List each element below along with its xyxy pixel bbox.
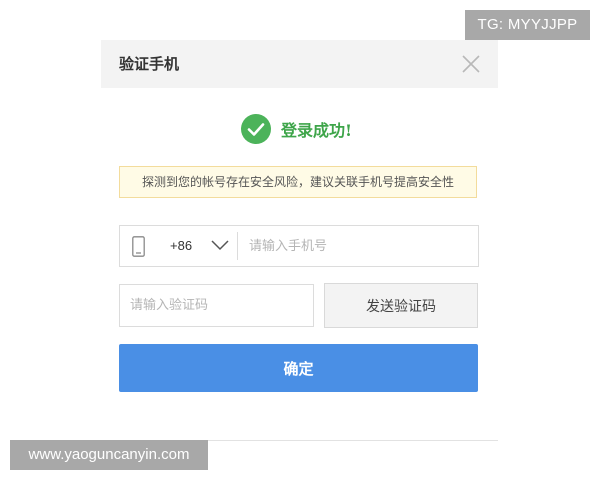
send-code-button[interactable]: 发送验证码 (324, 283, 478, 328)
watermark-bottom: www.yaoguncanyin.com (10, 440, 208, 470)
check-circle-icon (241, 114, 271, 144)
dialog-title: 验证手机 (119, 55, 180, 73)
security-notice: 探测到您的帐号存在安全风险，建议关联手机号提高安全性 (119, 166, 477, 198)
mobile-phone-icon (132, 236, 145, 257)
field-divider (237, 232, 238, 260)
close-icon[interactable] (462, 55, 480, 73)
dialog-header: 验证手机 (101, 40, 498, 88)
verification-code-input[interactable] (119, 284, 314, 327)
confirm-button[interactable]: 确定 (119, 344, 478, 392)
login-success-message: 登录成功! (241, 113, 352, 145)
phone-input[interactable] (243, 227, 485, 265)
watermark-top: TG: MYYJJPP (465, 10, 590, 40)
country-code[interactable]: +86 (170, 226, 192, 266)
phone-field-group: +86 (119, 225, 485, 267)
success-text: 登录成功! (281, 121, 353, 140)
verify-phone-dialog: 验证手机 登录成功! 探测到您的帐号存在安全风险，建议关联手机号提高安全性 +8… (101, 40, 498, 441)
chevron-down-icon[interactable] (210, 238, 230, 252)
